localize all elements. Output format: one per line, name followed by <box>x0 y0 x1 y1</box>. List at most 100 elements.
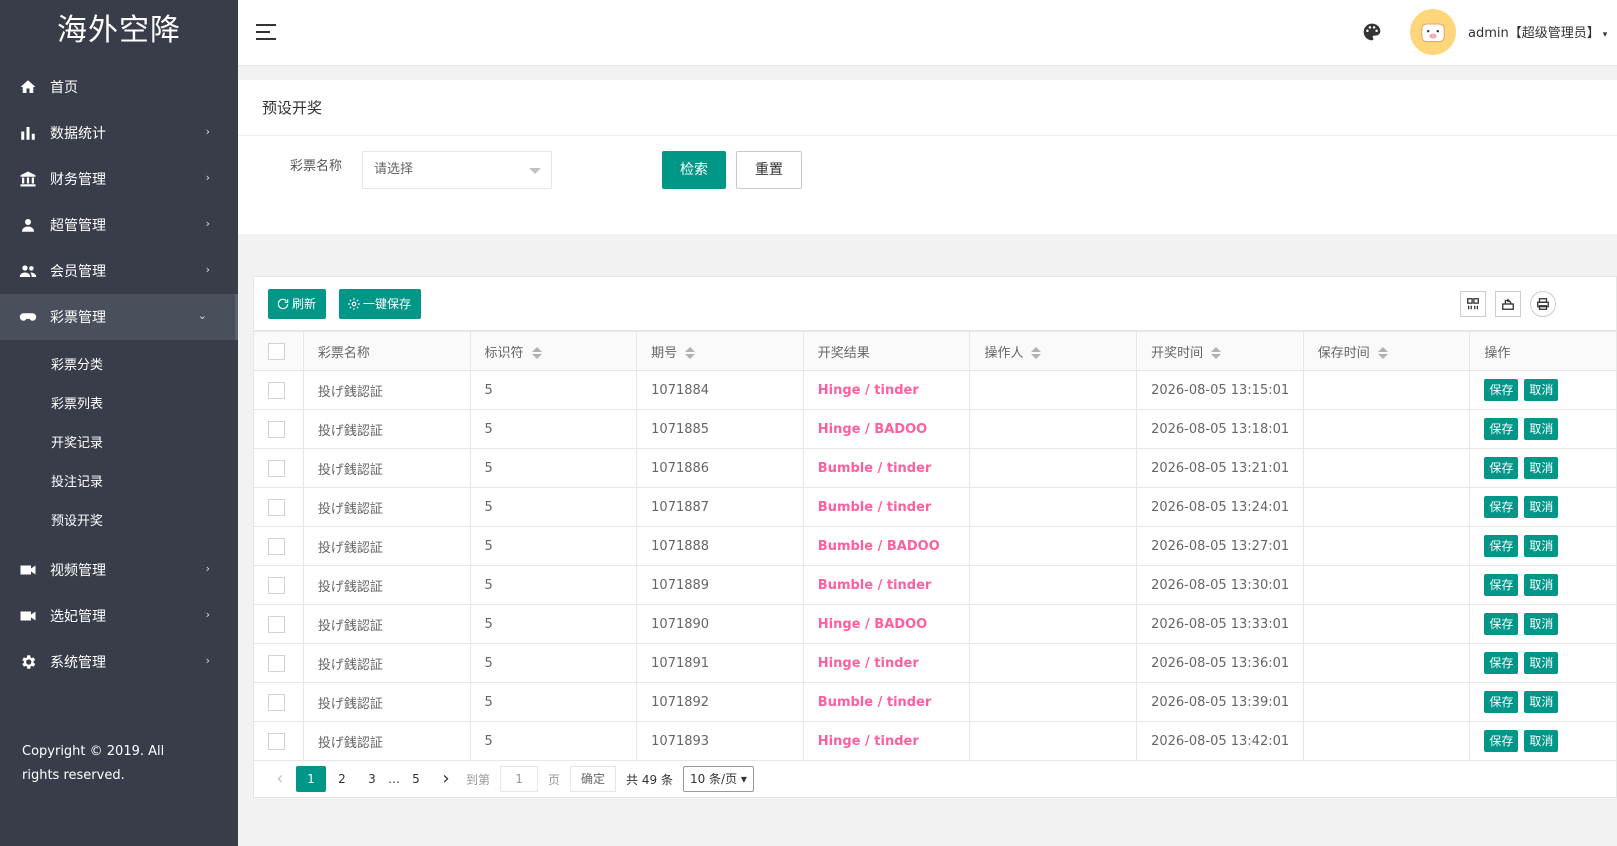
row-checkbox[interactable] <box>268 381 285 399</box>
save-button[interactable]: 保存 <box>1484 730 1519 752</box>
save-button[interactable]: 保存 <box>1484 613 1519 635</box>
search-button[interactable]: 检索 <box>662 151 726 189</box>
cancel-button[interactable]: 取消 <box>1524 535 1559 557</box>
row-checkbox[interactable] <box>268 498 285 516</box>
palette-icon[interactable] <box>1362 22 1382 42</box>
lottery-name-cell: 投げ銭認証 <box>302 643 471 683</box>
save-button[interactable]: 保存 <box>1484 652 1519 674</box>
result-cell[interactable]: Hinge / BADOO <box>802 604 971 644</box>
draw-time-cell: 2026-08-05 13:36:01 <box>1136 643 1304 683</box>
result-cell[interactable]: Bumble / tinder <box>802 682 971 722</box>
table-row: 投げ銭認証 5 1071884 Hinge / tinder 2026-08-0… <box>254 370 1616 410</box>
row-checkbox[interactable] <box>268 537 285 555</box>
column-header[interactable]: 期号 <box>636 331 804 371</box>
sidebar: 海外空降 首页 数据统计 › 财务管理 › 超管管理 › 会员管理 › 彩票管理… <box>0 0 238 846</box>
cancel-button[interactable]: 取消 <box>1524 652 1559 674</box>
columns-filter-icon[interactable] <box>1460 291 1486 317</box>
period-cell: 1071892 <box>636 682 804 722</box>
column-header[interactable]: 操作人 <box>969 331 1138 371</box>
cancel-button[interactable]: 取消 <box>1524 418 1559 440</box>
save-button[interactable]: 保存 <box>1484 574 1519 596</box>
sidebar-item-statistics[interactable]: 数据统计 › <box>0 110 238 156</box>
menu-toggle-icon[interactable] <box>256 24 276 40</box>
draw-time-cell: 2026-08-05 13:21:01 <box>1136 448 1304 488</box>
save-button[interactable]: 保存 <box>1484 691 1519 713</box>
row-checkbox[interactable] <box>268 459 285 477</box>
column-header[interactable]: 开奖时间 <box>1136 331 1304 371</box>
user-menu[interactable]: admin【超级管理员】 ▾ <box>1468 22 1607 41</box>
sort-icon[interactable] <box>531 346 542 360</box>
save-button[interactable]: 保存 <box>1484 457 1519 479</box>
result-cell[interactable]: Hinge / tinder <box>802 643 971 683</box>
table-row: 投げ銭認証 5 1071885 Hinge / BADOO 2026-08-05… <box>254 409 1616 449</box>
table-row: 投げ銭認証 5 1071889 Bumble / tinder 2026-08-… <box>254 565 1616 605</box>
row-checkbox[interactable] <box>268 576 285 594</box>
row-checkbox[interactable] <box>268 693 285 711</box>
select-all-checkbox[interactable] <box>268 342 285 360</box>
row-checkbox[interactable] <box>268 654 285 672</box>
lottery-submenu: 彩票分类 彩票列表 开奖记录 投注记录 预设开奖 <box>0 340 238 547</box>
cancel-button[interactable]: 取消 <box>1524 613 1559 635</box>
page-button-1[interactable]: 1 <box>296 766 326 792</box>
draw-time-cell: 2026-08-05 13:39:01 <box>1136 682 1304 722</box>
page-button-5[interactable]: 5 <box>402 766 430 792</box>
row-checkbox[interactable] <box>268 615 285 633</box>
result-cell[interactable]: Bumble / BADOO <box>802 526 971 566</box>
result-cell[interactable]: Hinge / tinder <box>802 721 971 761</box>
header-checkbox-cell <box>254 331 304 371</box>
cancel-button[interactable]: 取消 <box>1524 496 1559 518</box>
sidebar-subitem-draw-records[interactable]: 开奖记录 <box>0 424 238 463</box>
cancel-button[interactable]: 取消 <box>1524 379 1559 401</box>
cancel-button[interactable]: 取消 <box>1524 730 1559 752</box>
sidebar-item-lottery[interactable]: 彩票管理 ⌄ <box>0 294 238 340</box>
goto-confirm-button[interactable]: 确定 <box>570 766 617 792</box>
sidebar-item-video[interactable]: 视频管理 › <box>0 547 238 593</box>
goto-page-input[interactable]: 1 <box>500 766 539 792</box>
result-cell[interactable]: Hinge / tinder <box>802 370 971 410</box>
identifier-cell: 5 <box>469 448 638 488</box>
page-button-2[interactable]: 2 <box>328 766 356 792</box>
refresh-button[interactable]: 刷新 <box>268 289 327 319</box>
column-header[interactable]: 保存时间 <box>1302 331 1471 371</box>
sidebar-item-selection[interactable]: 选妃管理 › <box>0 593 238 639</box>
cancel-button[interactable]: 取消 <box>1524 457 1559 479</box>
sort-icon[interactable] <box>1377 346 1388 360</box>
sidebar-item-admin[interactable]: 超管管理 › <box>0 202 238 248</box>
sort-icon[interactable] <box>1031 346 1042 360</box>
sidebar-subitem-categories[interactable]: 彩票分类 <box>0 346 238 385</box>
column-header: 彩票名称 <box>302 331 471 371</box>
row-checkbox[interactable] <box>268 732 285 750</box>
per-page-select[interactable]: 10 条/页 ▾ <box>682 766 754 792</box>
cancel-button[interactable]: 取消 <box>1524 691 1559 713</box>
sidebar-item-home[interactable]: 首页 <box>0 64 238 110</box>
sidebar-item-system[interactable]: 系统管理 › <box>0 639 238 685</box>
prev-page-icon[interactable]: ‹ <box>266 766 294 792</box>
save-button[interactable]: 保存 <box>1484 418 1519 440</box>
result-cell[interactable]: Bumble / tinder <box>802 565 971 605</box>
sidebar-subitem-list[interactable]: 彩票列表 <box>0 385 238 424</box>
sidebar-item-finance[interactable]: 财务管理 › <box>0 156 238 202</box>
next-page-icon[interactable]: › <box>432 766 460 792</box>
result-cell[interactable]: Bumble / tinder <box>802 448 971 488</box>
sort-icon[interactable] <box>685 346 696 360</box>
result-cell[interactable]: Bumble / tinder <box>802 487 971 527</box>
row-checkbox[interactable] <box>268 420 285 438</box>
save-button[interactable]: 保存 <box>1484 379 1519 401</box>
sidebar-subitem-bet-records[interactable]: 投注记录 <box>0 463 238 502</box>
sort-icon[interactable] <box>1211 346 1222 360</box>
save-button[interactable]: 保存 <box>1484 535 1519 557</box>
users-icon <box>18 261 38 281</box>
avatar[interactable] <box>1410 9 1456 55</box>
save-button[interactable]: 保存 <box>1484 496 1519 518</box>
cancel-button[interactable]: 取消 <box>1524 574 1559 596</box>
save-all-button[interactable]: 一键保存 <box>339 289 422 319</box>
lottery-name-select[interactable]: 请选择 <box>362 151 552 189</box>
sidebar-subitem-preset-draw[interactable]: 预设开奖 <box>0 502 238 541</box>
export-icon[interactable] <box>1495 291 1521 317</box>
reset-button[interactable]: 重置 <box>736 151 802 189</box>
sidebar-item-members[interactable]: 会员管理 › <box>0 248 238 294</box>
result-cell[interactable]: Hinge / BADOO <box>802 409 971 449</box>
print-icon[interactable] <box>1530 291 1556 317</box>
page-button-3[interactable]: 3 <box>358 766 386 792</box>
column-header[interactable]: 标识符 <box>469 331 638 371</box>
